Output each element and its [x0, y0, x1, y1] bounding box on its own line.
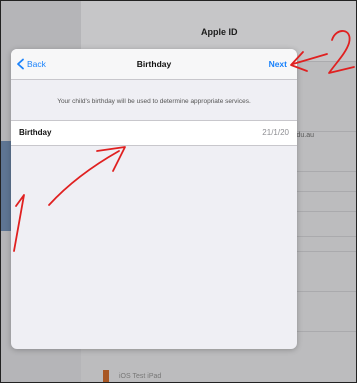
birthday-row-label: Birthday: [19, 128, 52, 137]
sheet-title: Birthday: [136, 59, 172, 69]
screen-frame: Apple ID edu.au iOS Test iPad Back Birth…: [0, 0, 357, 383]
birthday-row-value: 21/1/20: [262, 128, 289, 137]
birthday-sheet: Back Birthday Next Your child's birthday…: [11, 49, 297, 349]
sheet-navbar: Back Birthday Next: [11, 49, 297, 80]
birthday-info-text: Your child's birthday will be used to de…: [57, 98, 251, 105]
next-button[interactable]: Next: [269, 59, 287, 69]
birthday-row[interactable]: Birthday 21/1/20: [11, 120, 297, 146]
